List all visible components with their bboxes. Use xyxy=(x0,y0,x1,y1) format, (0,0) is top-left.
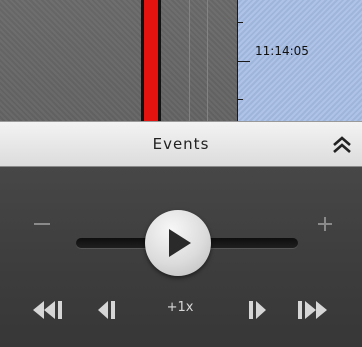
play-button[interactable] xyxy=(145,210,211,276)
speed-increase-button[interactable] xyxy=(318,217,332,231)
timeline-time-label: 11:14:05 xyxy=(255,44,309,58)
events-panel-header[interactable]: Events xyxy=(0,121,362,167)
timeline-recording-range[interactable] xyxy=(237,0,362,121)
timeline-gridline xyxy=(207,0,208,121)
skip-to-end-icon[interactable] xyxy=(295,299,335,321)
playback-controls: +1x xyxy=(0,167,362,347)
timeline-event-marker[interactable] xyxy=(141,0,161,121)
timeline-ruler-tick xyxy=(237,99,243,100)
step-back-icon[interactable] xyxy=(96,299,122,321)
timeline-event-marker-fill xyxy=(144,0,158,121)
playback-speed-label[interactable]: +1x xyxy=(160,300,200,315)
play-icon xyxy=(169,229,191,257)
step-forward-icon[interactable] xyxy=(246,299,272,321)
skip-to-start-icon[interactable] xyxy=(32,299,72,321)
timeline-ruler-tick xyxy=(237,22,243,23)
timeline[interactable]: 11:14:05 xyxy=(0,0,362,121)
events-title: Events xyxy=(152,135,210,153)
video-player-widget: 11:14:05 Events +1x xyxy=(0,0,362,347)
timeline-ruler-tick xyxy=(237,61,250,62)
timeline-gridline xyxy=(189,0,190,121)
double-chevron-up-icon[interactable] xyxy=(330,134,354,156)
speed-decrease-button[interactable] xyxy=(34,223,50,225)
